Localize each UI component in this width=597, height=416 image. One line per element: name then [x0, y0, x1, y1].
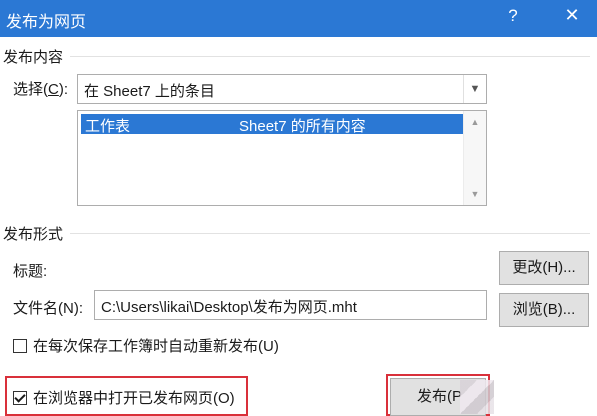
window-title: 发布为网页 [6, 14, 87, 31]
list-item[interactable]: 工作表 Sheet7 的所有内容 [81, 114, 464, 135]
filename-value: C:\Users\likai\Desktop\发布为网页.mht [101, 299, 357, 316]
open-in-browser-row[interactable]: 在浏览器中打开已发布网页(O) [13, 387, 235, 408]
select-combobox[interactable]: 在 Sheet7 上的条目 ▼ [77, 74, 487, 104]
pixelated-overlay [460, 380, 494, 414]
select-value: 在 Sheet7 上的条目 [84, 83, 215, 100]
vertical-scrollbar[interactable]: ▲ ▼ [463, 111, 486, 205]
filename-field[interactable]: C:\Users\likai\Desktop\发布为网页.mht [94, 290, 487, 320]
section-format-heading: 发布形式 [3, 226, 64, 243]
autorepublish-checkbox[interactable] [13, 338, 27, 353]
scroll-down-icon[interactable]: ▼ [464, 189, 486, 199]
autorepublish-label: 在每次保存工作簿时自动重新发布(U) [33, 338, 279, 355]
autorepublish-row[interactable]: 在每次保存工作簿时自动重新发布(U) [13, 335, 279, 356]
browse-button[interactable]: 浏览(B)... [499, 293, 589, 327]
section-divider [70, 233, 590, 234]
open-in-browser-label: 在浏览器中打开已发布网页(O) [33, 390, 235, 407]
filename-label: 文件名(N): [13, 300, 83, 317]
title-label: 标题: [13, 263, 48, 280]
select-label: 选择(C): [13, 81, 69, 98]
chevron-down-icon[interactable]: ▼ [463, 75, 486, 103]
help-icon[interactable]: ? [503, 6, 523, 26]
content-listbox[interactable]: 工作表 Sheet7 的所有内容 ▲ ▼ [77, 110, 487, 206]
section-divider [70, 56, 590, 57]
change-title-button[interactable]: 更改(H)... [499, 251, 589, 285]
title-bar: 发布为网页 ? ✕ [0, 0, 597, 37]
close-icon[interactable]: ✕ [560, 5, 584, 26]
open-in-browser-checkbox[interactable] [13, 390, 27, 405]
scroll-up-icon[interactable]: ▲ [464, 117, 486, 127]
section-content-heading: 发布内容 [3, 49, 64, 66]
